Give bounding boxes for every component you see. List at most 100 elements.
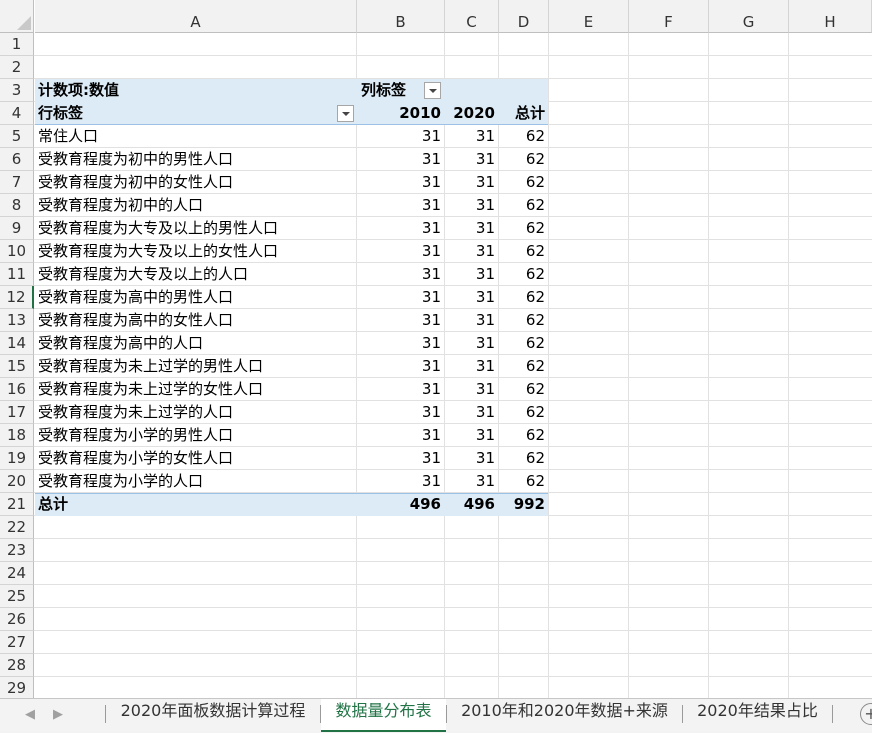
row-header-19[interactable]: 19: [0, 447, 34, 470]
pivot-value-cell[interactable]: 31: [445, 424, 499, 447]
pivot-value-field[interactable]: 计数项:数值: [38, 79, 356, 102]
pivot-value-cell[interactable]: 62: [499, 125, 549, 148]
pivot-value-cell[interactable]: 31: [445, 378, 499, 401]
row-filter-dropdown[interactable]: [337, 105, 354, 122]
pivot-value-cell[interactable]: 31: [357, 286, 445, 309]
row-header-18[interactable]: 18: [0, 424, 34, 447]
pivot-value-cell[interactable]: 31: [445, 332, 499, 355]
column-header-e[interactable]: E: [549, 0, 629, 33]
pivot-value-cell[interactable]: 62: [499, 240, 549, 263]
row-header-27[interactable]: 27: [0, 631, 34, 654]
select-all-corner[interactable]: [0, 0, 34, 33]
pivot-value-cell[interactable]: 31: [357, 309, 445, 332]
column-header-f[interactable]: F: [629, 0, 709, 33]
pivot-value-cell[interactable]: 62: [499, 447, 549, 470]
pivot-row-label[interactable]: 受教育程度为未上过学的男性人口: [38, 355, 356, 378]
row-header-6[interactable]: 6: [0, 148, 34, 171]
pivot-value-cell[interactable]: 31: [445, 447, 499, 470]
pivot-value-cell[interactable]: 31: [445, 355, 499, 378]
row-header-23[interactable]: 23: [0, 539, 34, 562]
prev-sheet-button[interactable]: ◀: [22, 705, 38, 725]
pivot-value-cell[interactable]: 62: [499, 401, 549, 424]
row-header-24[interactable]: 24: [0, 562, 34, 585]
spreadsheet-grid[interactable]: ABCDEFGH 1 2 3 4 5 6 7 8 9 10 11 12 13 14 15 16 17 18 19 20…: [0, 0, 872, 698]
column-header-d[interactable]: D: [499, 0, 549, 33]
sheet-tab-4[interactable]: 2020年结果占比: [683, 699, 832, 732]
pivot-value-cell[interactable]: 62: [499, 148, 549, 171]
row-header-25[interactable]: 25: [0, 585, 34, 608]
pivot-value-cell[interactable]: 31: [445, 171, 499, 194]
pivot-value-cell[interactable]: 31: [357, 240, 445, 263]
pivot-value-cell[interactable]: 62: [499, 286, 549, 309]
column-header-g[interactable]: G: [709, 0, 789, 33]
pivot-row-label[interactable]: 受教育程度为初中的女性人口: [38, 171, 356, 194]
pivot-value-cell[interactable]: 31: [357, 217, 445, 240]
pivot-value-cell[interactable]: 31: [357, 355, 445, 378]
sheet-tab-1[interactable]: 2020年面板数据计算过程: [106, 699, 320, 732]
row-header-11[interactable]: 11: [0, 263, 34, 286]
grand-total-label[interactable]: 总计: [38, 493, 356, 516]
pivot-value-cell[interactable]: 31: [445, 240, 499, 263]
pivot-value-cell[interactable]: 31: [357, 148, 445, 171]
pivot-column-header[interactable]: 2020: [445, 102, 499, 125]
row-header-9[interactable]: 9: [0, 217, 34, 240]
pivot-row-label[interactable]: 受教育程度为大专及以上的人口: [38, 263, 356, 286]
row-header-16[interactable]: 16: [0, 378, 34, 401]
pivot-row-label[interactable]: 受教育程度为高中的人口: [38, 332, 356, 355]
pivot-row-label[interactable]: 受教育程度为高中的男性人口: [38, 286, 356, 309]
row-header-5[interactable]: 5: [0, 125, 34, 148]
pivot-value-cell[interactable]: 31: [445, 194, 499, 217]
pivot-value-cell[interactable]: 62: [499, 378, 549, 401]
sheet-tab-3[interactable]: 2010年和2020年数据+来源: [447, 699, 682, 732]
pivot-value-cell[interactable]: 62: [499, 217, 549, 240]
pivot-row-label[interactable]: 受教育程度为小学的男性人口: [38, 424, 356, 447]
row-header-7[interactable]: 7: [0, 171, 34, 194]
pivot-value-cell[interactable]: 31: [445, 309, 499, 332]
pivot-row-label[interactable]: 受教育程度为未上过学的女性人口: [38, 378, 356, 401]
row-header-12[interactable]: 12: [0, 286, 34, 309]
pivot-value-cell[interactable]: 31: [445, 217, 499, 240]
row-header-3[interactable]: 3: [0, 79, 34, 102]
pivot-value-cell[interactable]: 62: [499, 332, 549, 355]
pivot-value-cell[interactable]: 62: [499, 263, 549, 286]
next-sheet-button[interactable]: ▶: [50, 705, 66, 725]
pivot-column-header[interactable]: 总计: [499, 102, 549, 125]
pivot-value-cell[interactable]: 62: [499, 470, 549, 493]
pivot-value-cell[interactable]: 31: [357, 378, 445, 401]
column-header-h[interactable]: H: [789, 0, 872, 33]
pivot-value-cell[interactable]: 31: [357, 194, 445, 217]
pivot-row-label[interactable]: 受教育程度为初中的男性人口: [38, 148, 356, 171]
pivot-value-cell[interactable]: 31: [445, 470, 499, 493]
pivot-row-label[interactable]: 受教育程度为高中的女性人口: [38, 309, 356, 332]
sheet-tab-2[interactable]: 数据量分布表: [321, 699, 446, 732]
pivot-value-cell[interactable]: 31: [357, 424, 445, 447]
column-filter-dropdown[interactable]: [424, 82, 441, 99]
pivot-value-cell[interactable]: 31: [445, 401, 499, 424]
pivot-row-label[interactable]: 受教育程度为未上过学的人口: [38, 401, 356, 424]
row-header-14[interactable]: 14: [0, 332, 34, 355]
row-header-26[interactable]: 26: [0, 608, 34, 631]
add-sheet-button[interactable]: +: [860, 703, 872, 725]
grand-total-cell[interactable]: 992: [499, 493, 549, 516]
row-header-8[interactable]: 8: [0, 194, 34, 217]
pivot-row-labels[interactable]: 行标签: [38, 102, 356, 125]
pivot-row-label[interactable]: 受教育程度为大专及以上的男性人口: [38, 217, 356, 240]
column-header-b[interactable]: B: [357, 0, 445, 33]
row-header-2[interactable]: 2: [0, 56, 34, 79]
row-header-13[interactable]: 13: [0, 309, 34, 332]
pivot-value-cell[interactable]: 62: [499, 309, 549, 332]
pivot-value-cell[interactable]: 31: [445, 148, 499, 171]
row-header-15[interactable]: 15: [0, 355, 34, 378]
pivot-value-cell[interactable]: 31: [357, 447, 445, 470]
column-header-a[interactable]: A: [35, 0, 357, 33]
row-header-1[interactable]: 1: [0, 33, 34, 56]
pivot-row-label[interactable]: 受教育程度为小学的人口: [38, 470, 356, 493]
grand-total-cell[interactable]: 496: [445, 493, 499, 516]
pivot-value-cell[interactable]: 62: [499, 194, 549, 217]
row-header-21[interactable]: 21: [0, 493, 34, 516]
pivot-row-label[interactable]: 受教育程度为小学的女性人口: [38, 447, 356, 470]
pivot-value-cell[interactable]: 62: [499, 424, 549, 447]
pivot-value-cell[interactable]: 31: [357, 171, 445, 194]
row-header-4[interactable]: 4: [0, 102, 34, 125]
pivot-value-cell[interactable]: 62: [499, 171, 549, 194]
